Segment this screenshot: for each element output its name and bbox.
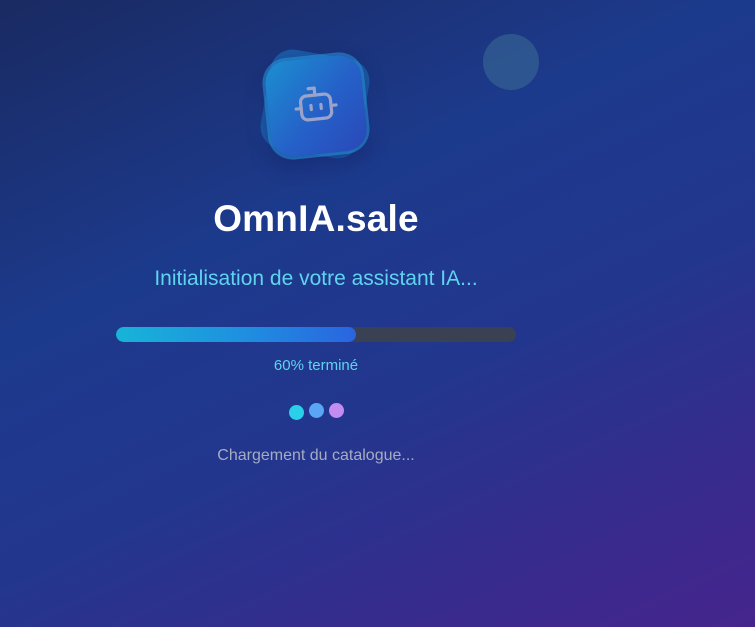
progress-bar bbox=[116, 327, 516, 342]
progress-label: 60% terminé bbox=[273, 357, 359, 374]
loading-status: Chargement du catalogue... bbox=[217, 447, 415, 464]
progress-fill bbox=[116, 327, 356, 342]
robot-icon bbox=[294, 86, 338, 122]
app-title: OmnIA.sale bbox=[213, 198, 419, 239]
loading-dot bbox=[329, 403, 344, 418]
app-logo bbox=[263, 53, 369, 159]
loading-dot bbox=[309, 403, 324, 418]
decorative-bubble bbox=[483, 34, 539, 90]
loading-subtitle: Initialisation de votre assistant IA... bbox=[154, 267, 478, 290]
loading-dot bbox=[289, 405, 304, 420]
